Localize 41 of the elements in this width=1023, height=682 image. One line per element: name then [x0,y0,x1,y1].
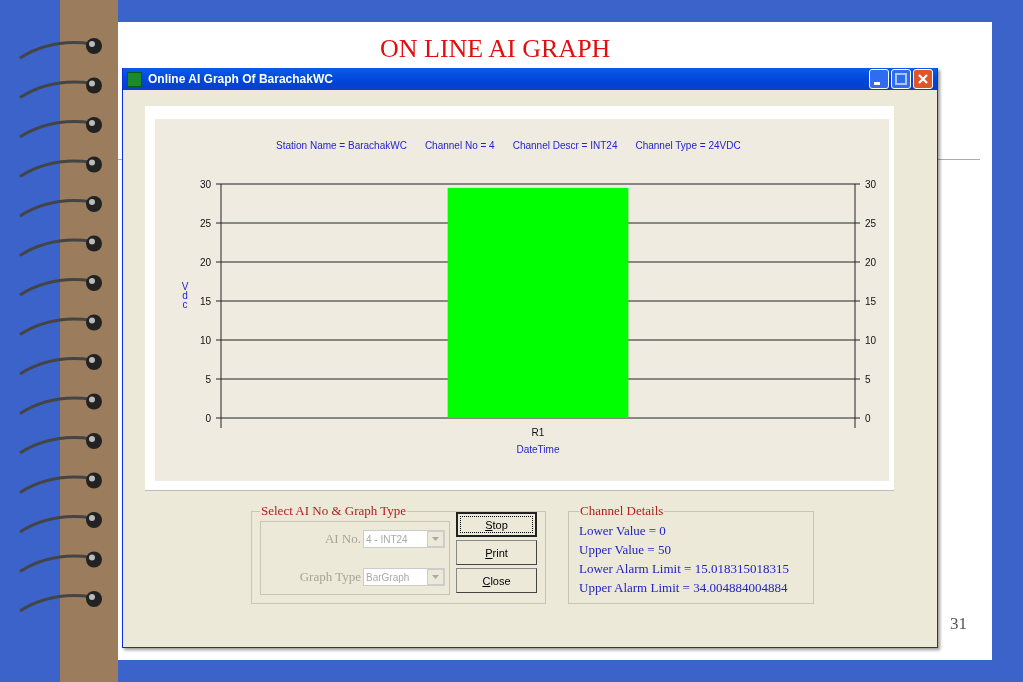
maximize-icon [895,73,907,85]
chart-info-text: Channel No = 4 [424,140,495,153]
chart-info-text: Channel Type = 24VDC [635,140,741,153]
slide-title: ON LINE AI GRAPH [380,34,611,64]
caret-icon [432,575,439,579]
detail-text: Lower Alarm Limit = 15.018315018315 [579,560,790,578]
y-tick-label: 10 [865,335,877,346]
group-title: Select AI No & Graph Type [260,503,408,519]
y-tick-label: 20 [199,257,211,268]
detail-text: Upper Alarm Limit = 34.004884004884 [579,579,789,597]
y-tick-label: 0 [865,413,871,424]
detail-text: Upper Value = 50 [579,541,672,559]
y-tick-label: 15 [865,296,877,307]
y-axis-title: Vdc [181,281,189,310]
chart-info-text: Channel Descr = INT24 [512,140,618,153]
y-tick-label: 30 [199,179,211,190]
y-tick-label: 30 [865,179,877,190]
close-icon [917,73,929,85]
y-tick-label: 20 [865,257,877,268]
x-axis-title: DateTime [516,444,560,455]
x-tick-label: R1 [531,427,545,438]
field-label: Graph Type [299,569,361,585]
chart-info-text: Station Name = BarachakWC [276,140,407,153]
field-label: AI No. [324,531,361,547]
page-number: 31 [950,614,967,634]
y-tick-label: 5 [865,374,871,385]
minimize-icon [874,81,880,85]
y-tick-label: 25 [865,218,877,229]
minimize-button[interactable] [869,69,889,89]
maximize-button[interactable] [891,69,911,89]
y-tick-label: 15 [199,296,211,307]
y-tick-label: 5 [205,374,211,385]
group-title: Channel Details [579,503,665,519]
detail-text: Lower Value = 0 [579,522,667,540]
y-tick-label: 25 [199,218,211,229]
app-icon [127,71,142,87]
window-title: Online AI Graph Of BarachakWC [148,72,334,86]
close-button[interactable] [913,69,933,89]
caret-icon [432,537,439,541]
y-tick-label: 0 [205,413,211,424]
y-tick-label: 10 [199,335,211,346]
